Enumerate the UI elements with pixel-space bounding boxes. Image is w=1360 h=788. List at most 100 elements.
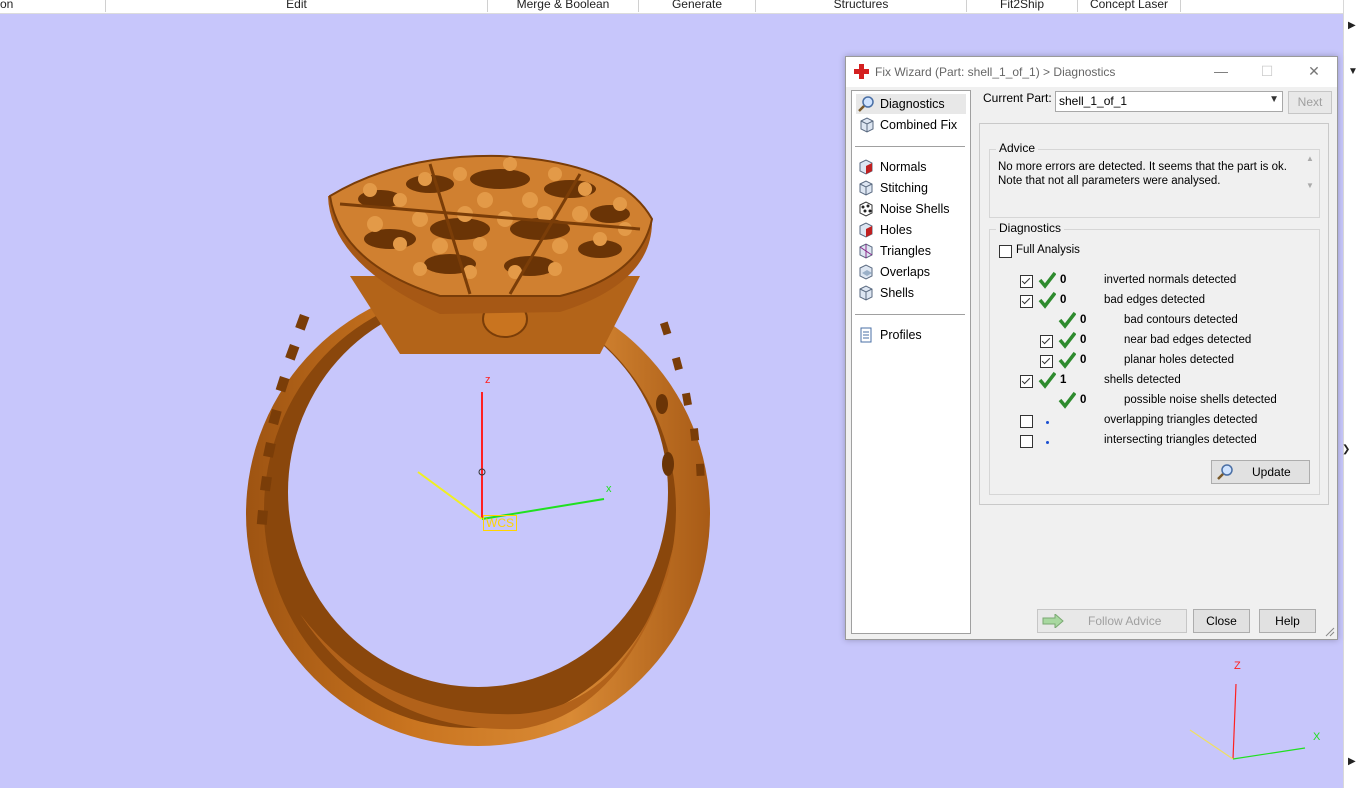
menu-item-partial[interactable]: on xyxy=(0,0,106,12)
minimize-button[interactable]: — xyxy=(1206,61,1236,81)
nav-item-noise-shells[interactable]: Noise Shells xyxy=(856,199,966,219)
nav-item-normals[interactable]: Normals xyxy=(856,157,966,177)
check-icon xyxy=(1058,331,1076,349)
magnifier-icon xyxy=(1217,464,1233,480)
close-button[interactable]: Close xyxy=(1193,609,1250,633)
menu-item-generate[interactable]: Generate xyxy=(639,0,756,12)
wcs-label: WCS xyxy=(483,515,517,531)
nav-item-combined-fix[interactable]: Combined Fix xyxy=(856,115,966,135)
row-label: inverted normals detected xyxy=(1104,274,1237,286)
nav-item-shells[interactable]: Shells xyxy=(856,283,966,303)
pending-dot-icon xyxy=(1046,441,1049,444)
menu-item-concept-laser[interactable]: Concept Laser xyxy=(1078,0,1181,12)
stitching-cube-icon xyxy=(859,180,873,196)
fix-wizard-dialog: Fix Wizard (Part: shell_1_of_1) > Diagno… xyxy=(845,56,1338,640)
row-label: shells detected xyxy=(1104,374,1181,386)
nav-separator xyxy=(855,146,965,147)
document-icon xyxy=(860,327,872,343)
row-label: possible noise shells detected xyxy=(1124,394,1277,406)
nav-item-overlaps[interactable]: Overlaps xyxy=(856,262,966,282)
wcs-axis-z-label: z xyxy=(485,374,491,386)
row-checkbox-planar-holes[interactable] xyxy=(1040,355,1053,368)
menu-item-structures[interactable]: Structures xyxy=(756,0,967,12)
current-part-label: Current Part: xyxy=(983,91,1052,105)
row-count: 0 xyxy=(1080,354,1087,366)
triangles-cube-icon xyxy=(859,243,873,259)
next-button[interactable]: Next xyxy=(1288,91,1332,114)
row-checkbox-shells[interactable] xyxy=(1020,375,1033,388)
check-icon xyxy=(1038,371,1056,389)
dialog-title: Fix Wizard (Part: shell_1_of_1) > Diagno… xyxy=(875,65,1116,79)
update-button-label: Update xyxy=(1252,465,1291,479)
follow-advice-button[interactable]: Follow Advice xyxy=(1037,609,1187,633)
diagnostics-title: Diagnostics xyxy=(996,221,1065,235)
corner-axis-x-label: X xyxy=(1313,731,1321,743)
check-icon xyxy=(1058,391,1076,409)
maximize-button[interactable]: ☐ xyxy=(1252,61,1282,81)
row-label: intersecting triangles detected xyxy=(1104,434,1257,446)
noise-shells-icon xyxy=(859,201,873,217)
arrow-right-icon xyxy=(1042,614,1064,628)
corner-axis-z-label: Z xyxy=(1234,660,1241,672)
row-checkbox-near-bad-edges[interactable] xyxy=(1040,335,1053,348)
row-checkbox-overlapping-triangles[interactable] xyxy=(1020,415,1033,428)
row-count: 0 xyxy=(1080,314,1087,326)
row-label: planar holes detected xyxy=(1124,354,1234,366)
help-button[interactable]: Help xyxy=(1259,609,1316,633)
diagnostics-group: Diagnostics Full Analysis 0 inverted nor… xyxy=(989,221,1320,495)
wizard-nav-pane: Diagnostics Combined Fix Normals Stitchi… xyxy=(851,90,971,634)
current-part-value: shell_1_of_1 xyxy=(1059,94,1128,108)
panel-arrow-icon[interactable]: ▶ xyxy=(1348,20,1356,31)
pending-dot-icon xyxy=(1046,421,1049,424)
advice-title: Advice xyxy=(996,141,1039,155)
update-button[interactable]: Update xyxy=(1211,460,1310,484)
overlaps-icon xyxy=(859,264,873,280)
menu-bar: on Edit Merge & Boolean Generate Structu… xyxy=(0,0,1343,14)
row-checkbox-bad-edges[interactable] xyxy=(1020,295,1033,308)
row-checkbox-inverted-normals[interactable] xyxy=(1020,275,1033,288)
row-count: 0 xyxy=(1080,394,1087,406)
check-icon xyxy=(1038,271,1056,289)
chevron-down-icon: ▼ xyxy=(1269,94,1279,105)
panel-collapse-icon[interactable]: ❯ xyxy=(1342,444,1350,455)
check-icon xyxy=(1058,351,1076,369)
cube-icon xyxy=(860,117,874,133)
close-window-button[interactable]: ✕ xyxy=(1299,61,1329,81)
nav-item-triangles[interactable]: Triangles xyxy=(856,241,966,261)
diagnostics-page: Advice No more errors are detected. It s… xyxy=(979,123,1329,505)
magnifier-icon xyxy=(858,96,874,112)
menu-item-fit2ship[interactable]: Fit2Ship xyxy=(967,0,1078,12)
row-label: bad contours detected xyxy=(1124,314,1238,326)
normals-cube-icon xyxy=(859,159,873,175)
row-count: 1 xyxy=(1060,374,1067,386)
row-count: 0 xyxy=(1060,294,1067,306)
nav-separator xyxy=(855,314,965,315)
menu-item-merge-boolean[interactable]: Merge & Boolean xyxy=(488,0,639,12)
nav-item-diagnostics[interactable]: Diagnostics xyxy=(856,94,966,114)
advice-text: No more errors are detected. It seems th… xyxy=(998,160,1314,208)
full-analysis-label: Full Analysis xyxy=(1016,244,1080,256)
follow-advice-label: Follow Advice xyxy=(1088,614,1162,628)
dialog-titlebar[interactable]: Fix Wizard (Part: shell_1_of_1) > Diagno… xyxy=(846,57,1337,87)
advice-scrollbar[interactable]: ▲ ▼ xyxy=(1303,154,1317,198)
resize-grip-icon[interactable] xyxy=(1325,627,1335,637)
nav-item-stitching[interactable]: Stitching xyxy=(856,178,966,198)
current-part-select[interactable]: shell_1_of_1 ▼ xyxy=(1055,91,1283,112)
menu-item-edit[interactable]: Edit xyxy=(106,0,488,12)
advice-group: Advice No more errors are detected. It s… xyxy=(989,141,1320,218)
nav-item-profiles[interactable]: Profiles xyxy=(856,325,966,345)
full-analysis-checkbox[interactable] xyxy=(999,245,1012,258)
panel-dropdown-icon[interactable]: ▼ xyxy=(1348,66,1358,77)
row-count: 0 xyxy=(1060,274,1067,286)
holes-cube-icon xyxy=(859,222,873,238)
row-count: 0 xyxy=(1080,334,1087,346)
red-cross-icon xyxy=(854,64,869,79)
row-checkbox-intersecting-triangles[interactable] xyxy=(1020,435,1033,448)
row-label: near bad edges detected xyxy=(1124,334,1252,346)
nav-item-holes[interactable]: Holes xyxy=(856,220,966,240)
panel-arrow-icon-2[interactable]: ▶ xyxy=(1348,756,1356,767)
right-side-panel: ▶ ▼ ❯ ▶ xyxy=(1342,0,1360,788)
shells-cube-icon xyxy=(859,285,873,301)
row-label: overlapping triangles detected xyxy=(1104,414,1258,426)
check-icon xyxy=(1058,311,1076,329)
